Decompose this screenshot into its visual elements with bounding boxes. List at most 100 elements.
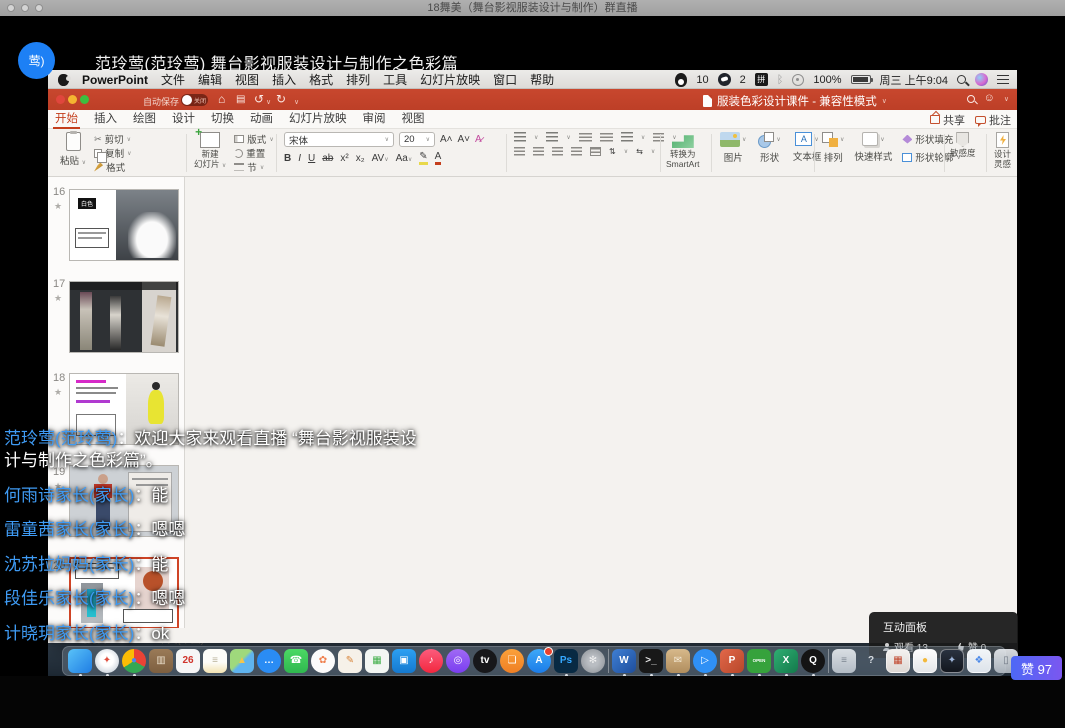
insert-shapes-button[interactable]: ∨ 形状 — [758, 132, 780, 164]
smartart-button[interactable]: 转换为SmartArt — [666, 132, 700, 170]
font-size-select[interactable]: 20∨ — [399, 132, 435, 147]
qq-status-icon[interactable] — [675, 73, 687, 87]
excel[interactable]: X — [774, 649, 798, 673]
ribbon-tab[interactable]: 绘图 — [133, 110, 156, 129]
battery-icon[interactable] — [851, 75, 871, 84]
ribbon-tab[interactable]: 插入 — [94, 110, 117, 129]
apple-menu-icon[interactable] — [58, 74, 69, 86]
ribbon-tab[interactable]: 开始 — [55, 110, 78, 129]
slide-thumbnail-16[interactable]: 白色 — [69, 189, 179, 261]
powerpoint[interactable]: P — [720, 649, 744, 673]
dock-divider[interactable] — [828, 649, 829, 673]
justify-icon[interactable] — [571, 147, 582, 156]
document-title-caret-icon[interactable]: ∨ — [882, 97, 887, 105]
calendar[interactable]: 26 — [176, 649, 200, 673]
messenger-status-icon[interactable] — [718, 73, 731, 86]
decrease-font-icon[interactable]: A˅ — [458, 134, 471, 145]
chrome[interactable]: ● — [122, 649, 146, 673]
ppt-zoom-button[interactable] — [80, 95, 89, 104]
music[interactable]: ♪ — [419, 649, 443, 673]
open-sign-app[interactable]: OPEN — [747, 649, 771, 673]
dock-divider[interactable] — [608, 649, 609, 673]
menubar-clock[interactable]: 周三 上午9:04 — [880, 72, 948, 88]
notes[interactable]: ≡ — [203, 649, 227, 673]
arrange-button[interactable]: ∨ 排列 — [822, 132, 844, 164]
reset-button[interactable]: 重置 — [234, 146, 273, 160]
home-icon[interactable]: ⌂ — [218, 92, 225, 106]
redo-icon[interactable]: ↻ — [276, 92, 286, 106]
facetime[interactable]: ☎ — [284, 649, 308, 673]
system-preferences[interactable]: ✻ — [581, 649, 605, 673]
feedback-smiley-icon[interactable]: ☺ — [984, 93, 995, 104]
save-icon[interactable]: ▤ — [236, 93, 245, 107]
streamer-avatar[interactable]: 莺) — [18, 42, 55, 79]
ribbon-tab[interactable]: 切换 — [211, 110, 234, 129]
layout-button[interactable]: 版式∨ — [234, 132, 273, 146]
distribute-icon[interactable] — [590, 147, 601, 156]
ppt-minimize-button[interactable] — [68, 95, 77, 104]
books[interactable]: ❏ — [500, 649, 524, 673]
comments-button[interactable]: 批注 — [975, 112, 1011, 128]
siri-icon[interactable] — [975, 73, 988, 86]
ppt-close-button[interactable] — [56, 95, 65, 104]
ribbon-tab[interactable]: 设计 — [172, 110, 195, 129]
downloads-folder[interactable]: ≡ — [832, 649, 856, 673]
terminal[interactable]: >_ — [639, 649, 663, 673]
line-spacing-icon[interactable] — [621, 132, 633, 142]
ribbon-tab[interactable]: 幻灯片放映 — [289, 110, 347, 129]
copy-button[interactable]: 复制∨ — [94, 146, 131, 160]
notification-center-icon[interactable] — [997, 75, 1009, 84]
window-galaxy[interactable]: ✦ — [940, 649, 964, 673]
increase-indent-icon[interactable] — [600, 133, 613, 142]
text-direction-icon[interactable]: ⇅ — [609, 147, 616, 156]
input-method-icon[interactable]: 拼 — [755, 73, 768, 86]
underline-button[interactable]: U — [308, 153, 315, 164]
app-store[interactable]: A — [527, 649, 551, 673]
word[interactable]: W — [612, 649, 636, 673]
share-button[interactable]: 共享 — [930, 112, 965, 128]
recorder-status-icon[interactable] — [792, 74, 804, 86]
ribbon-tab[interactable]: 视图 — [402, 110, 425, 129]
columns-icon[interactable] — [653, 133, 664, 142]
insert-picture-button[interactable]: ∨ 图片 — [720, 132, 746, 164]
clear-formatting-icon[interactable]: A̷ — [475, 134, 482, 145]
nutstore-box[interactable]: ✉ — [666, 649, 690, 673]
subscript-button[interactable]: x₂ — [356, 153, 365, 164]
menubar-app-name[interactable]: PowerPoint — [82, 73, 148, 87]
align-center-icon[interactable] — [533, 147, 544, 156]
new-slide-button[interactable]: 新建幻灯片 ∨ — [194, 132, 226, 174]
cut-button[interactable]: ✂剪切∨ — [94, 132, 131, 146]
ribbon-tab[interactable]: 审阅 — [363, 110, 386, 129]
ribbon-tab[interactable]: 动画 — [250, 110, 273, 129]
bold-button[interactable]: B — [284, 153, 291, 164]
italic-button[interactable]: I — [298, 153, 301, 164]
document-title[interactable]: 服装色彩设计课件 - 兼容性模式 — [717, 93, 877, 109]
autosave-toggle[interactable]: 关闭 — [181, 94, 208, 106]
contacts[interactable]: ▥ — [149, 649, 173, 673]
section-button[interactable]: 节∨ — [234, 160, 273, 174]
align-left-icon[interactable] — [514, 147, 525, 156]
podcasts[interactable]: ◎ — [446, 649, 470, 673]
bullet-list-icon[interactable] — [514, 132, 526, 142]
numbered-list-icon[interactable] — [546, 132, 558, 142]
superscript-button[interactable]: x² — [340, 153, 348, 164]
align-right-icon[interactable] — [552, 147, 563, 156]
toolbar-more-caret-icon[interactable]: ∨ — [294, 96, 299, 110]
highlight-color-button[interactable]: ✎ — [419, 151, 427, 165]
insert-textbox-button[interactable]: A∨ 文本框 — [793, 132, 822, 164]
unknown-app[interactable]: ? — [859, 649, 883, 673]
safari[interactable]: ✦ — [95, 649, 119, 673]
maps[interactable]: ▲ — [230, 649, 254, 673]
dingtalk[interactable]: ▷ — [693, 649, 717, 673]
undo-icon[interactable]: ↺ — [254, 92, 264, 106]
qq[interactable]: Q — [801, 649, 825, 673]
menubar-item[interactable]: 窗口 — [493, 71, 517, 88]
decrease-indent-icon[interactable] — [579, 133, 592, 142]
messages[interactable]: … — [257, 649, 281, 673]
sensitivity-button[interactable]: 敏感度 — [950, 132, 976, 159]
window-powerpoint[interactable]: ▦ — [886, 649, 910, 673]
bluetooth-icon[interactable]: ᛒ — [777, 74, 784, 86]
character-spacing-button[interactable]: AV∨ — [372, 153, 389, 164]
finder[interactable] — [68, 649, 92, 673]
change-case-button[interactable]: Aa∨ — [396, 153, 413, 164]
